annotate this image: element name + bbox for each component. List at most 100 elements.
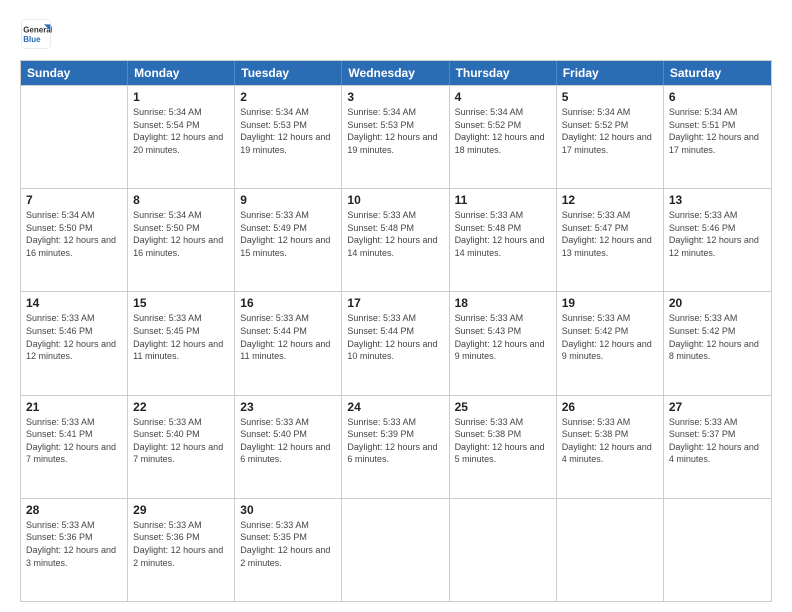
cell-info: Sunrise: 5:34 AM Sunset: 5:53 PM Dayligh…	[347, 106, 443, 156]
cal-cell: 27 Sunrise: 5:33 AM Sunset: 5:37 PM Dayli…	[664, 396, 771, 498]
cell-info: Sunrise: 5:33 AM Sunset: 5:40 PM Dayligh…	[133, 416, 229, 466]
cal-cell	[557, 499, 664, 601]
cell-info: Sunrise: 5:34 AM Sunset: 5:54 PM Dayligh…	[133, 106, 229, 156]
cal-cell: 5 Sunrise: 5:34 AM Sunset: 5:52 PM Daylig…	[557, 86, 664, 188]
cell-info: Sunrise: 5:33 AM Sunset: 5:49 PM Dayligh…	[240, 209, 336, 259]
cell-day-number: 26	[562, 400, 658, 414]
cell-info: Sunrise: 5:33 AM Sunset: 5:36 PM Dayligh…	[26, 519, 122, 569]
cell-day-number: 10	[347, 193, 443, 207]
week-row-1: 1Sunrise: 5:34 AM Sunset: 5:54 PM Daylig…	[21, 85, 771, 188]
cell-day-number: 9	[240, 193, 336, 207]
cal-cell: 3 Sunrise: 5:34 AM Sunset: 5:53 PM Daylig…	[342, 86, 449, 188]
cal-cell: 18 Sunrise: 5:33 AM Sunset: 5:43 PM Dayli…	[450, 292, 557, 394]
cell-info: Sunrise: 5:33 AM Sunset: 5:43 PM Dayligh…	[455, 312, 551, 362]
cell-info: Sunrise: 5:33 AM Sunset: 5:38 PM Dayligh…	[562, 416, 658, 466]
cell-info: Sunrise: 5:33 AM Sunset: 5:48 PM Dayligh…	[347, 209, 443, 259]
cal-cell: 7Sunrise: 5:34 AM Sunset: 5:50 PM Daylig…	[21, 189, 128, 291]
cell-day-number: 20	[669, 296, 766, 310]
logo: General Blue	[20, 18, 52, 50]
cell-day-number: 30	[240, 503, 336, 517]
header-day-wednesday: Wednesday	[342, 61, 449, 85]
cal-cell: 11 Sunrise: 5:33 AM Sunset: 5:48 PM Dayli…	[450, 189, 557, 291]
cell-day-number: 8	[133, 193, 229, 207]
header-day-friday: Friday	[557, 61, 664, 85]
cell-day-number: 29	[133, 503, 229, 517]
cal-cell: 19Sunrise: 5:33 AM Sunset: 5:42 PM Dayli…	[557, 292, 664, 394]
cell-day-number: 27	[669, 400, 766, 414]
cell-day-number: 6	[669, 90, 766, 104]
cell-day-number: 15	[133, 296, 229, 310]
cell-day-number: 18	[455, 296, 551, 310]
cell-day-number: 17	[347, 296, 443, 310]
header: General Blue	[20, 18, 772, 50]
cell-info: Sunrise: 5:33 AM Sunset: 5:44 PM Dayligh…	[240, 312, 336, 362]
calendar-body: 1Sunrise: 5:34 AM Sunset: 5:54 PM Daylig…	[21, 85, 771, 601]
cell-day-number: 13	[669, 193, 766, 207]
cal-cell: 22 Sunrise: 5:33 AM Sunset: 5:40 PM Dayli…	[128, 396, 235, 498]
cell-day-number: 16	[240, 296, 336, 310]
cell-info: Sunrise: 5:34 AM Sunset: 5:53 PM Dayligh…	[240, 106, 336, 156]
cell-info: Sunrise: 5:33 AM Sunset: 5:35 PM Dayligh…	[240, 519, 336, 569]
cell-info: Sunrise: 5:33 AM Sunset: 5:36 PM Dayligh…	[133, 519, 229, 569]
cal-cell: 15 Sunrise: 5:33 AM Sunset: 5:45 PM Dayli…	[128, 292, 235, 394]
cal-cell: 28Sunrise: 5:33 AM Sunset: 5:36 PM Dayli…	[21, 499, 128, 601]
week-row-4: 21Sunrise: 5:33 AM Sunset: 5:41 PM Dayli…	[21, 395, 771, 498]
cell-info: Sunrise: 5:33 AM Sunset: 5:46 PM Dayligh…	[669, 209, 766, 259]
cal-cell: 14 Sunrise: 5:33 AM Sunset: 5:46 PM Dayli…	[21, 292, 128, 394]
cell-info: Sunrise: 5:33 AM Sunset: 5:39 PM Dayligh…	[347, 416, 443, 466]
svg-text:Blue: Blue	[23, 35, 41, 44]
cal-cell: 6 Sunrise: 5:34 AM Sunset: 5:51 PM Daylig…	[664, 86, 771, 188]
cell-day-number: 24	[347, 400, 443, 414]
cell-day-number: 3	[347, 90, 443, 104]
cell-day-number: 4	[455, 90, 551, 104]
cal-cell	[450, 499, 557, 601]
cell-info: Sunrise: 5:33 AM Sunset: 5:42 PM Dayligh…	[562, 312, 658, 362]
cell-info: Sunrise: 5:33 AM Sunset: 5:40 PM Dayligh…	[240, 416, 336, 466]
cell-day-number: 25	[455, 400, 551, 414]
header-day-sunday: Sunday	[21, 61, 128, 85]
logo-icon: General Blue	[20, 18, 52, 50]
cal-cell: 16 Sunrise: 5:33 AM Sunset: 5:44 PM Dayli…	[235, 292, 342, 394]
cell-day-number: 12	[562, 193, 658, 207]
cal-cell	[342, 499, 449, 601]
week-row-2: 7Sunrise: 5:34 AM Sunset: 5:50 PM Daylig…	[21, 188, 771, 291]
cell-day-number: 14	[26, 296, 122, 310]
calendar-header-row: SundayMondayTuesdayWednesdayThursdayFrid…	[21, 61, 771, 85]
page: General Blue SundayMondayTuesdayWednesda…	[0, 0, 792, 612]
cal-cell: 10 Sunrise: 5:33 AM Sunset: 5:48 PM Dayli…	[342, 189, 449, 291]
cell-day-number: 23	[240, 400, 336, 414]
cal-cell: 8 Sunrise: 5:34 AM Sunset: 5:50 PM Daylig…	[128, 189, 235, 291]
cal-cell: 29 Sunrise: 5:33 AM Sunset: 5:36 PM Dayli…	[128, 499, 235, 601]
cell-info: Sunrise: 5:34 AM Sunset: 5:50 PM Dayligh…	[133, 209, 229, 259]
cell-info: Sunrise: 5:34 AM Sunset: 5:52 PM Dayligh…	[562, 106, 658, 156]
cell-day-number: 5	[562, 90, 658, 104]
cal-cell: 20Sunrise: 5:33 AM Sunset: 5:42 PM Dayli…	[664, 292, 771, 394]
cal-cell: 23 Sunrise: 5:33 AM Sunset: 5:40 PM Dayli…	[235, 396, 342, 498]
cell-info: Sunrise: 5:33 AM Sunset: 5:38 PM Dayligh…	[455, 416, 551, 466]
cell-info: Sunrise: 5:34 AM Sunset: 5:50 PM Dayligh…	[26, 209, 122, 259]
cal-cell: 21Sunrise: 5:33 AM Sunset: 5:41 PM Dayli…	[21, 396, 128, 498]
header-day-monday: Monday	[128, 61, 235, 85]
cell-info: Sunrise: 5:33 AM Sunset: 5:44 PM Dayligh…	[347, 312, 443, 362]
cell-day-number: 21	[26, 400, 122, 414]
cell-info: Sunrise: 5:33 AM Sunset: 5:48 PM Dayligh…	[455, 209, 551, 259]
calendar: SundayMondayTuesdayWednesdayThursdayFrid…	[20, 60, 772, 602]
cell-info: Sunrise: 5:33 AM Sunset: 5:46 PM Dayligh…	[26, 312, 122, 362]
cal-cell	[21, 86, 128, 188]
cal-cell: 25 Sunrise: 5:33 AM Sunset: 5:38 PM Dayli…	[450, 396, 557, 498]
header-day-tuesday: Tuesday	[235, 61, 342, 85]
week-row-3: 14 Sunrise: 5:33 AM Sunset: 5:46 PM Dayli…	[21, 291, 771, 394]
cell-info: Sunrise: 5:33 AM Sunset: 5:37 PM Dayligh…	[669, 416, 766, 466]
cell-day-number: 2	[240, 90, 336, 104]
cell-day-number: 11	[455, 193, 551, 207]
cal-cell: 26 Sunrise: 5:33 AM Sunset: 5:38 PM Dayli…	[557, 396, 664, 498]
header-day-thursday: Thursday	[450, 61, 557, 85]
cal-cell: 24 Sunrise: 5:33 AM Sunset: 5:39 PM Dayli…	[342, 396, 449, 498]
cell-info: Sunrise: 5:33 AM Sunset: 5:45 PM Dayligh…	[133, 312, 229, 362]
cal-cell: 30 Sunrise: 5:33 AM Sunset: 5:35 PM Dayli…	[235, 499, 342, 601]
cal-cell: 13 Sunrise: 5:33 AM Sunset: 5:46 PM Dayli…	[664, 189, 771, 291]
cal-cell: 9 Sunrise: 5:33 AM Sunset: 5:49 PM Daylig…	[235, 189, 342, 291]
cal-cell	[664, 499, 771, 601]
cell-info: Sunrise: 5:34 AM Sunset: 5:51 PM Dayligh…	[669, 106, 766, 156]
cell-day-number: 22	[133, 400, 229, 414]
